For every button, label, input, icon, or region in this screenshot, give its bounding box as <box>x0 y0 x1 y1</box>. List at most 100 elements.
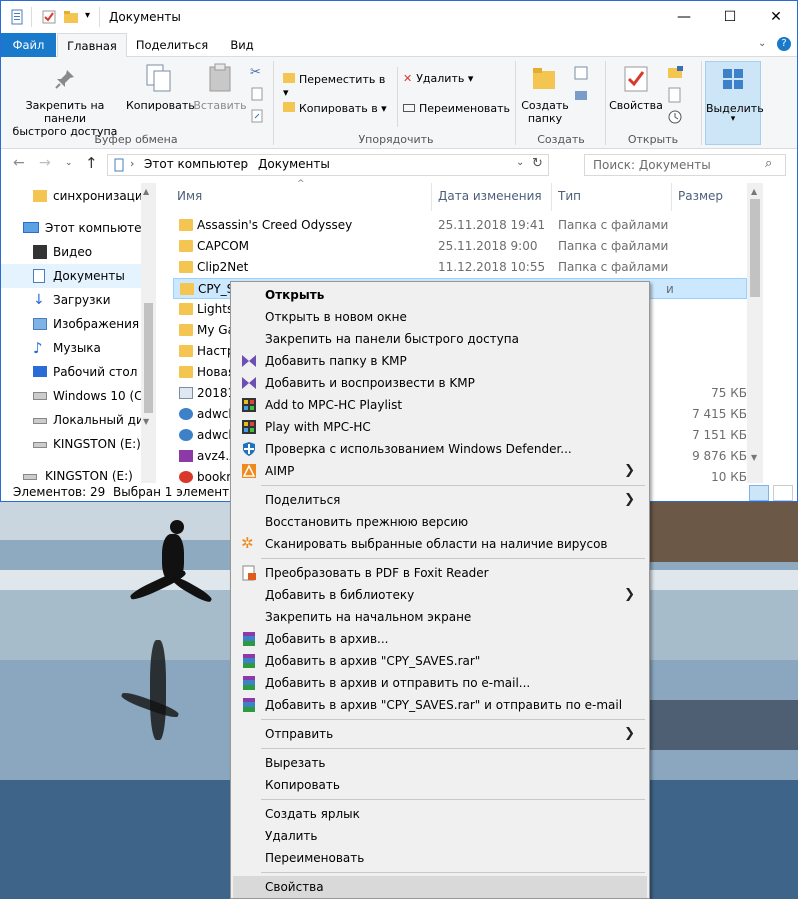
menu-share[interactable]: Поделиться ❯ <box>233 489 647 511</box>
menu-add-to-library[interactable]: Добавить в библиотеку ❯ <box>233 584 647 606</box>
window-title: Документы <box>109 10 181 24</box>
ribbon-collapse-icon[interactable]: ⌄ <box>758 38 766 49</box>
rename-button[interactable]: Переименовать <box>403 102 513 115</box>
properties-quick-icon[interactable] <box>41 9 57 25</box>
nav-item-kingston[interactable]: KINGSTON (E:) <box>1 432 141 456</box>
breadcrumb-documents[interactable]: Документы <box>258 157 330 171</box>
menu-pin-start[interactable]: Закрепить на начальном экране <box>233 606 647 628</box>
menu-add-play-kmp[interactable]: Добавить и воспроизвести в KMP <box>233 372 647 394</box>
menu-send-to[interactable]: Отправить ❯ <box>233 723 647 745</box>
scroll-down-icon[interactable]: ▼ <box>143 417 149 426</box>
easy-access-icon[interactable] <box>573 87 589 103</box>
breadcrumb-this-pc[interactable]: Этот компьютер <box>144 157 248 171</box>
copy-path-icon[interactable] <box>250 87 264 101</box>
column-name[interactable]: Имя <box>177 189 202 203</box>
minimize-button[interactable]: — <box>661 1 707 33</box>
menu-delete[interactable]: Удалить <box>233 825 647 847</box>
open-icon[interactable] <box>667 65 685 79</box>
menu-restore-previous[interactable]: Восстановить прежнюю версию <box>233 511 647 533</box>
nav-item-local-disk[interactable]: Локальный дис <box>1 408 141 432</box>
up-icon[interactable]: ↑ <box>85 154 98 172</box>
file-row[interactable]: Assassin's Creed Odyssey 25.11.2018 19:4… <box>173 215 747 236</box>
tab-home[interactable]: Главная <box>57 33 127 58</box>
maximize-button[interactable]: ☐ <box>707 1 753 33</box>
copy-button[interactable]: Копировать <box>126 99 195 112</box>
column-size[interactable]: Размер <box>678 189 723 203</box>
file-name: Assassin's Creed Odyssey <box>197 218 353 232</box>
tab-share[interactable]: Поделиться <box>131 33 213 57</box>
nav-item-downloads[interactable]: ↓ Загрузки <box>1 288 141 312</box>
menu-play-mpc[interactable]: Play with MPC-HC <box>233 416 647 438</box>
history-icon[interactable] <box>667 109 683 125</box>
nav-item-desktop[interactable]: Рабочий стол <box>1 360 141 384</box>
list-scroll-thumb[interactable] <box>750 199 760 297</box>
menu-add-folder-kmp[interactable]: Добавить папку в KMP <box>233 350 647 372</box>
search-input[interactable]: Поиск: Документы <box>584 154 786 176</box>
menu-scan-viruses[interactable]: ✲ Сканировать выбранные области на налич… <box>233 533 647 555</box>
nav-scrollbar[interactable]: ▲ ▼ <box>141 183 156 483</box>
address-dropdown-icon[interactable]: ⌄ <box>516 157 524 168</box>
new-folder-quick-icon[interactable] <box>63 9 79 25</box>
menu-open-new-window[interactable]: Открыть в новом окне <box>233 306 647 328</box>
nav-scroll-thumb[interactable] <box>144 303 153 413</box>
file-list-scrollbar[interactable]: ▲ ▼ <box>747 183 763 483</box>
scroll-up-icon[interactable]: ▲ <box>751 187 757 196</box>
nav-item-pictures[interactable]: Изображения <box>1 312 141 336</box>
nav-item-drive-c[interactable]: Windows 10 (C:) <box>1 384 141 408</box>
new-folder-button[interactable]: Создать папку <box>517 99 573 125</box>
details-view-icon[interactable] <box>749 485 769 501</box>
column-date[interactable]: Дата изменения <box>438 189 542 203</box>
edit-icon[interactable] <box>667 87 683 103</box>
menu-add-archive-rar[interactable]: Добавить в архив "CPY_SAVES.rar" <box>233 650 647 672</box>
menu-properties[interactable]: Свойства <box>233 876 647 898</box>
file-size: 10 КБ <box>711 470 747 483</box>
new-item-icon[interactable] <box>573 65 589 81</box>
menu-archive-rar-email[interactable]: Добавить в архив "CPY_SAVES.rar" и отпра… <box>233 694 647 716</box>
avast-icon: ✲ <box>241 534 254 552</box>
menu-archive-email[interactable]: Добавить в архив и отправить по e-mail..… <box>233 672 647 694</box>
select-button[interactable]: Выделить ▾ <box>705 61 764 145</box>
column-type[interactable]: Тип <box>558 189 581 203</box>
menu-aimp[interactable]: AIMP ❯ <box>233 460 647 482</box>
menu-defender-scan[interactable]: Проверка с использованием Windows Defend… <box>233 438 647 460</box>
scroll-down-icon[interactable]: ▼ <box>751 453 757 462</box>
move-to-button[interactable]: Переместить в ▾ <box>283 73 393 99</box>
refresh-icon[interactable]: ↻ <box>532 156 543 171</box>
menu-rename[interactable]: Переименовать <box>233 847 647 869</box>
address-bar[interactable]: › Этот компьютер › Документы ⌄ ↻ <box>107 154 549 176</box>
paste-shortcut-icon[interactable] <box>250 109 264 123</box>
scroll-up-icon[interactable]: ▲ <box>143 187 149 196</box>
nav-item-video[interactable]: Видео <box>1 240 141 264</box>
nav-item-music[interactable]: ♪ Музыка <box>1 336 141 360</box>
search-icon[interactable]: ⌕ <box>765 156 772 171</box>
quick-access-dropdown-icon[interactable]: ▾ <box>85 10 90 21</box>
nav-item-this-pc[interactable]: Этот компьютер <box>1 216 141 240</box>
close-button[interactable]: ✕ <box>753 1 797 33</box>
large-icons-view-icon[interactable] <box>773 485 793 501</box>
delete-button[interactable]: ✕ Удалить ▾ <box>403 72 493 85</box>
file-row[interactable]: CAPCOM 25.11.2018 9:00 Папка с файлами <box>173 236 747 257</box>
properties-button[interactable]: Свойства <box>607 99 665 112</box>
tab-view[interactable]: Вид <box>217 33 267 57</box>
menu-pin-quick-access[interactable]: Закрепить на панели быстрого доступа <box>233 328 647 350</box>
forward-icon[interactable]: → <box>39 155 51 171</box>
menu-separator <box>261 558 645 559</box>
tab-file[interactable]: Файл <box>1 33 56 57</box>
nav-item-sync[interactable]: синхронизация <box>1 184 141 208</box>
menu-add-mpc-playlist[interactable]: Add to MPC-HC Playlist <box>233 394 647 416</box>
menu-add-archive[interactable]: Добавить в архив... <box>233 628 647 650</box>
cut-icon[interactable]: ✂ <box>250 65 261 80</box>
copy-to-button[interactable]: Копировать в ▾ <box>283 102 393 115</box>
nav-item-documents[interactable]: Документы <box>1 264 141 288</box>
help-icon[interactable]: ? <box>777 37 791 51</box>
menu-label: Добавить в архив... <box>265 632 389 646</box>
menu-copy[interactable]: Копировать <box>233 774 647 796</box>
menu-create-shortcut[interactable]: Создать ярлык <box>233 803 647 825</box>
recent-dropdown-icon[interactable]: ⌄ <box>65 158 73 168</box>
file-row[interactable]: Clip2Net 11.12.2018 10:55 Папка с файлам… <box>173 257 747 278</box>
menu-open[interactable]: Открыть <box>233 284 647 306</box>
paste-button[interactable]: Вставить <box>193 99 247 112</box>
back-icon[interactable]: ← <box>13 155 25 171</box>
menu-cut[interactable]: Вырезать <box>233 752 647 774</box>
menu-convert-pdf-foxit[interactable]: Преобразовать в PDF в Foxit Reader <box>233 562 647 584</box>
